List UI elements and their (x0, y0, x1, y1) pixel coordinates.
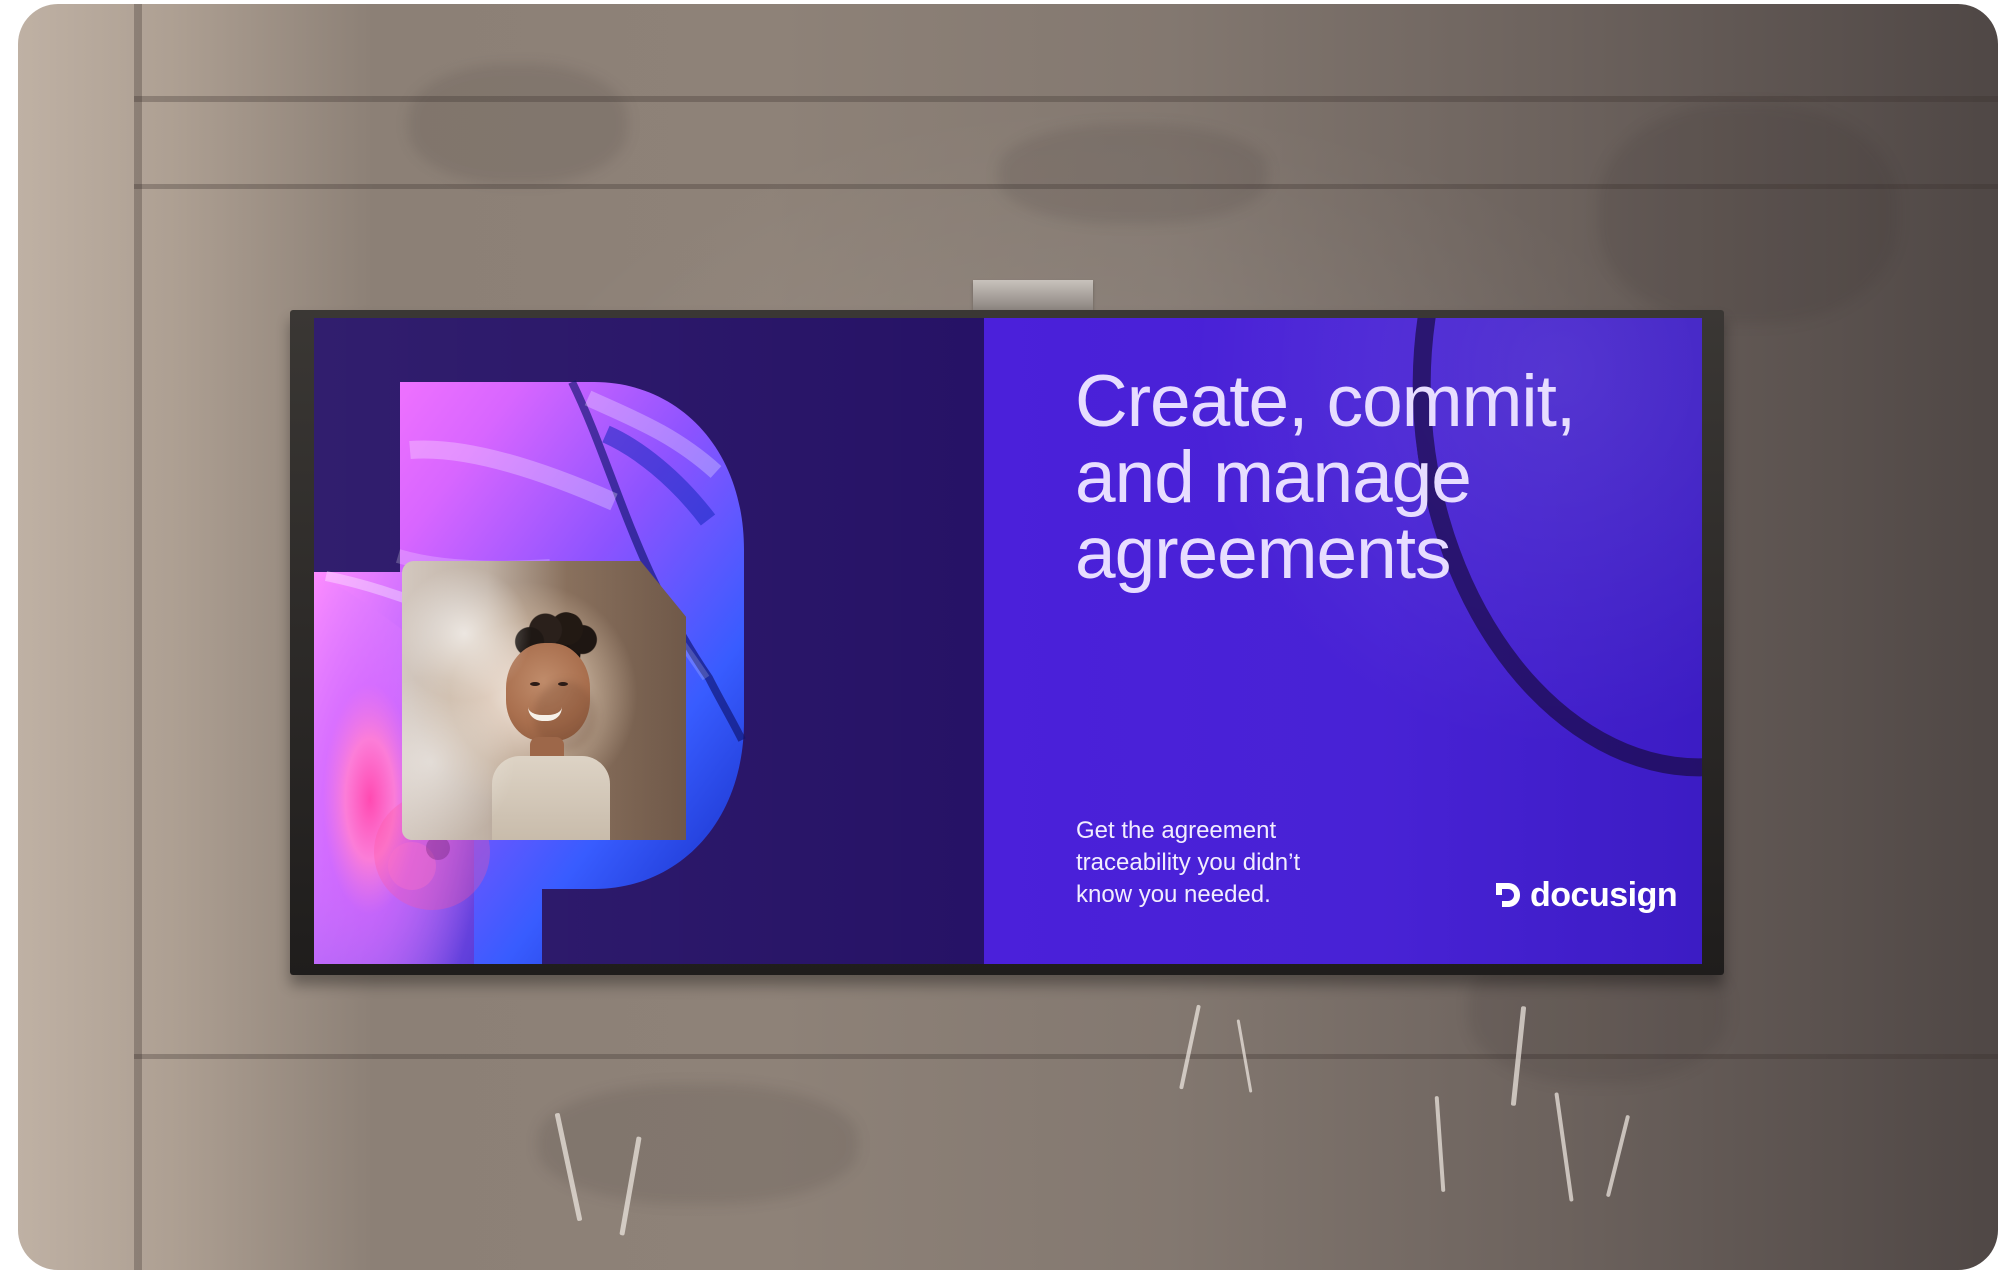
mount-clip (973, 280, 1093, 310)
billboard-frame: Create, commit, and manage agreements Ge… (290, 310, 1724, 975)
wall-scratch-8 (1434, 1095, 1446, 1193)
portrait-photo (402, 561, 686, 840)
wall-stain-5 (538, 1084, 858, 1204)
docusign-logo-icon (1496, 883, 1520, 907)
portrait-glow (402, 561, 686, 840)
photo-frame: Create, commit, and manage agreements Ge… (18, 4, 1998, 1270)
brand-name: docusign (1530, 876, 1678, 914)
wall-seam-left (134, 4, 142, 1270)
poster-subhead: Get the agreement traceability you didn’… (1076, 817, 1301, 908)
wall-seam-lower (134, 1054, 1998, 1059)
wall-scratch-4 (1554, 1092, 1574, 1202)
wall-stain-1 (408, 64, 628, 184)
poster-headline: Create, commit, and manage agreements (1075, 361, 1576, 594)
billboard-poster: Create, commit, and manage agreements Ge… (314, 318, 1702, 964)
wall-scratch-7 (1605, 1114, 1631, 1198)
wall-stain-3 (1598, 104, 1898, 324)
brand-logo: docusign (1494, 876, 1678, 914)
wall-stain-2 (998, 124, 1268, 224)
wall-scratch-1 (1179, 1004, 1201, 1090)
